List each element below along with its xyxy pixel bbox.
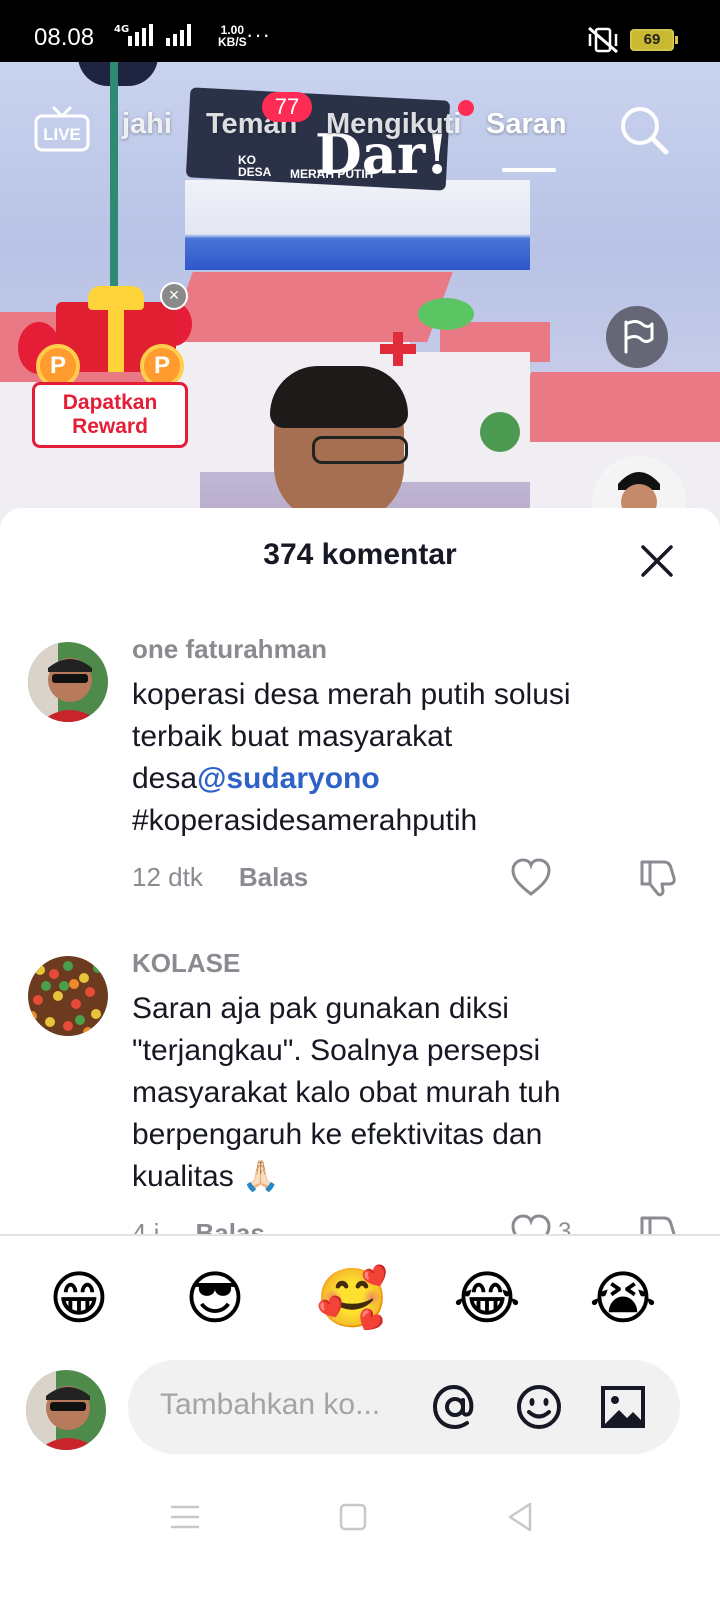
signal-icon: 4G [114,22,206,48]
comment-username[interactable]: KOLASE [132,948,240,979]
status-time: 08.08 [34,24,95,51]
active-tab-indicator [502,168,556,172]
network-speed: 1.00 KB/S [218,23,247,49]
battery-icon: 69 [630,29,678,51]
back-icon[interactable] [504,1500,538,1534]
comment-list[interactable]: one faturahman koperasi desa merah putih… [0,628,720,1234]
close-icon[interactable] [638,542,676,580]
comment-input[interactable]: Tambahkan ko... [128,1360,680,1454]
comment-time: 4 j [132,1218,160,1234]
tab-jahi[interactable]: jahi [122,108,172,141]
live-icon[interactable]: LIVE [34,104,90,152]
search-icon[interactable] [618,104,670,156]
comments-count-title: 374 komentar [263,538,457,571]
avatar[interactable] [28,642,108,722]
more-status-icon: ··· [246,22,271,47]
comment-input-placeholder: Tambahkan ko... [160,1388,381,1421]
heart-icon[interactable] [510,1214,552,1234]
avatar[interactable] [28,956,108,1036]
image-icon[interactable] [598,1382,648,1432]
comment-text: Saran aja pak gunakan diksi "terjangkau"… [132,992,561,1193]
report-button[interactable] [606,306,668,368]
home-icon[interactable] [336,1500,370,1534]
like-count: 3 [558,1218,572,1234]
dislike-icon[interactable] [638,1212,680,1234]
mention-link[interactable]: @sudaryono [197,762,380,795]
reply-button[interactable]: Balas [195,1218,264,1234]
comment-input-row: Tambahkan ko... [0,1358,720,1458]
comment-username[interactable]: one faturahman [132,634,327,665]
vibrate-off-icon [588,26,618,54]
svg-text:LIVE: LIVE [43,125,81,144]
top-nav: LIVE jahi Teman 77 Mengikuti Saran [0,90,720,180]
system-nav-bar [0,1490,720,1550]
emoji-quick-bar: 😁 😎 🥰 😂 😭 [0,1264,720,1334]
emoji-hearts[interactable]: 🥰 [316,1264,388,1334]
emoji-grin[interactable]: 😁 [44,1264,114,1334]
mention-icon[interactable] [430,1382,480,1432]
menu-icon[interactable] [168,1500,202,1534]
reward-close-icon[interactable]: × [160,282,188,310]
reward-widget[interactable]: P P Dapatkan Reward × [16,282,192,452]
flag-icon [624,320,654,354]
emoji-sunglasses[interactable]: 😎 [180,1264,250,1334]
comment-meta: 12 dtk Balas [132,862,308,893]
emoji-icon[interactable] [514,1382,564,1432]
comment-time: 12 dtk [132,862,203,892]
comment-text: koperasi desa merah putih solusi terbaik… [132,678,571,837]
hashtag-link[interactable]: #koperasidesamerahputih [132,804,477,837]
my-avatar [26,1370,106,1450]
emoji-laugh[interactable]: 😂 [452,1264,522,1334]
emoji-cry[interactable]: 😭 [588,1264,658,1334]
divider [0,1234,720,1236]
notification-badge: 77 [262,92,312,122]
heart-icon[interactable] [510,858,552,898]
dislike-icon[interactable] [638,856,680,898]
reward-label[interactable]: Dapatkan Reward [32,382,188,448]
comments-sheet: 374 komentar one faturahman koperasi des… [0,508,720,1600]
lamp-post [78,62,158,86]
comment-meta: 4 j Balas [132,1218,265,1234]
tab-mengikuti[interactable]: Mengikuti [326,108,461,141]
video-billboard [185,180,530,270]
svg-text:4G: 4G [114,24,129,35]
reply-button[interactable]: Balas [239,862,308,893]
status-bar: 08.08 4G 1.00 KB/S ··· 69 [0,0,720,62]
tab-saran[interactable]: Saran [486,108,567,141]
new-dot [458,100,474,116]
